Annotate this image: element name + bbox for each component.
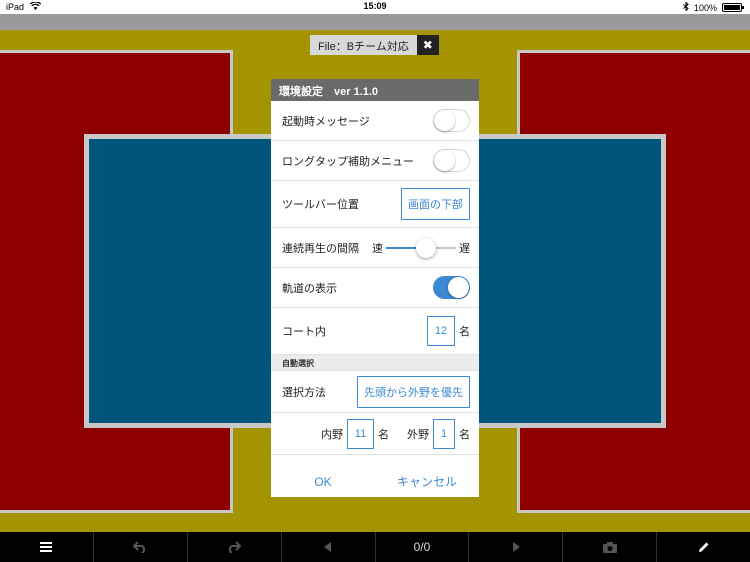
row-longtap-menu: ロングタップ補助メニュー: [271, 141, 479, 181]
camera-icon[interactable]: [563, 532, 658, 562]
in-court-unit: 名: [459, 326, 470, 338]
toggle-knob: [434, 110, 455, 131]
slider-thumb[interactable]: [415, 237, 436, 258]
outfield-unit: 名: [459, 428, 470, 441]
bottom-toolbar: 0/0: [0, 532, 750, 562]
clock: 15:09: [363, 1, 387, 11]
ok-button[interactable]: OK: [271, 475, 375, 489]
infield-label: 内野: [321, 428, 343, 441]
startup-message-label: 起動時メッセージ: [282, 115, 370, 128]
prev-icon[interactable]: [282, 532, 376, 562]
infield-unit: 名: [378, 428, 389, 441]
playback-interval-label: 連続再生の間隔: [282, 242, 359, 255]
startup-message-toggle[interactable]: [433, 109, 470, 132]
file-name: File：Bチーム対応: [310, 35, 417, 55]
in-court-count[interactable]: 12: [427, 316, 455, 346]
undo-icon[interactable]: [94, 532, 188, 562]
file-chip: File：Bチーム対応 ✖: [310, 35, 439, 55]
section-auto-select: 自動選択: [271, 355, 479, 371]
close-icon[interactable]: ✖: [416, 35, 439, 55]
toggle-knob: [434, 150, 455, 171]
pencil-icon[interactable]: [657, 532, 750, 562]
select-method-label: 選択方法: [282, 386, 326, 399]
top-gray-bar: [0, 14, 750, 30]
frame-counter: 0/0: [376, 532, 470, 562]
toggle-knob: [448, 277, 469, 298]
longtap-menu-toggle[interactable]: [433, 149, 470, 172]
battery-percent: 100%: [693, 2, 717, 13]
status-bar: iPad 15:09 100%: [0, 0, 750, 14]
playback-interval-slider[interactable]: [386, 237, 456, 258]
dialog-title: 環境設定 ver 1.1.0: [271, 79, 479, 101]
cancel-button[interactable]: キャンセル: [375, 473, 479, 490]
fast-label: 速: [372, 242, 383, 255]
toolbar-position-label: ツールバー位置: [282, 199, 359, 211]
row-select-method: 選択方法 先頭から外野を優先: [271, 371, 479, 413]
longtap-menu-label: ロングタップ補助メニュー: [282, 155, 414, 168]
select-method-button[interactable]: 先頭から外野を優先: [357, 375, 470, 408]
row-toolbar-position: ツールバー位置 画面の下部: [271, 181, 479, 228]
playback-interval-control: 速 遅: [372, 237, 470, 258]
row-field-counts: 内野 11 名 外野 1 名: [271, 413, 479, 455]
row-show-trajectory: 軌道の表示: [271, 268, 479, 308]
dialog-footer: OK キャンセル: [271, 466, 479, 497]
toolbar-position-button[interactable]: 画面の下部: [401, 188, 470, 220]
bluetooth-icon: [683, 1, 689, 13]
show-trajectory-label: 軌道の表示: [282, 282, 337, 295]
outfield-label: 外野: [407, 428, 429, 441]
in-court-label: コート内: [282, 326, 326, 338]
settings-dialog: 環境設定 ver 1.1.0 起動時メッセージ ロングタップ補助メニュー ツール…: [271, 79, 479, 497]
outfield-count[interactable]: 1: [433, 418, 455, 449]
battery-icon: [722, 3, 744, 12]
row-in-court: コート内 12 名: [271, 308, 479, 355]
next-icon[interactable]: [469, 532, 564, 562]
frame-counter-text: 0/0: [413, 540, 431, 554]
row-startup-message: 起動時メッセージ: [271, 101, 479, 141]
redo-icon[interactable]: [188, 532, 282, 562]
row-playback-interval: 連続再生の間隔 速 遅: [271, 228, 479, 268]
slow-label: 遅: [459, 242, 470, 255]
hamburger-icon[interactable]: [0, 532, 94, 562]
show-trajectory-toggle[interactable]: [433, 276, 470, 299]
infield-count[interactable]: 11: [347, 418, 374, 449]
